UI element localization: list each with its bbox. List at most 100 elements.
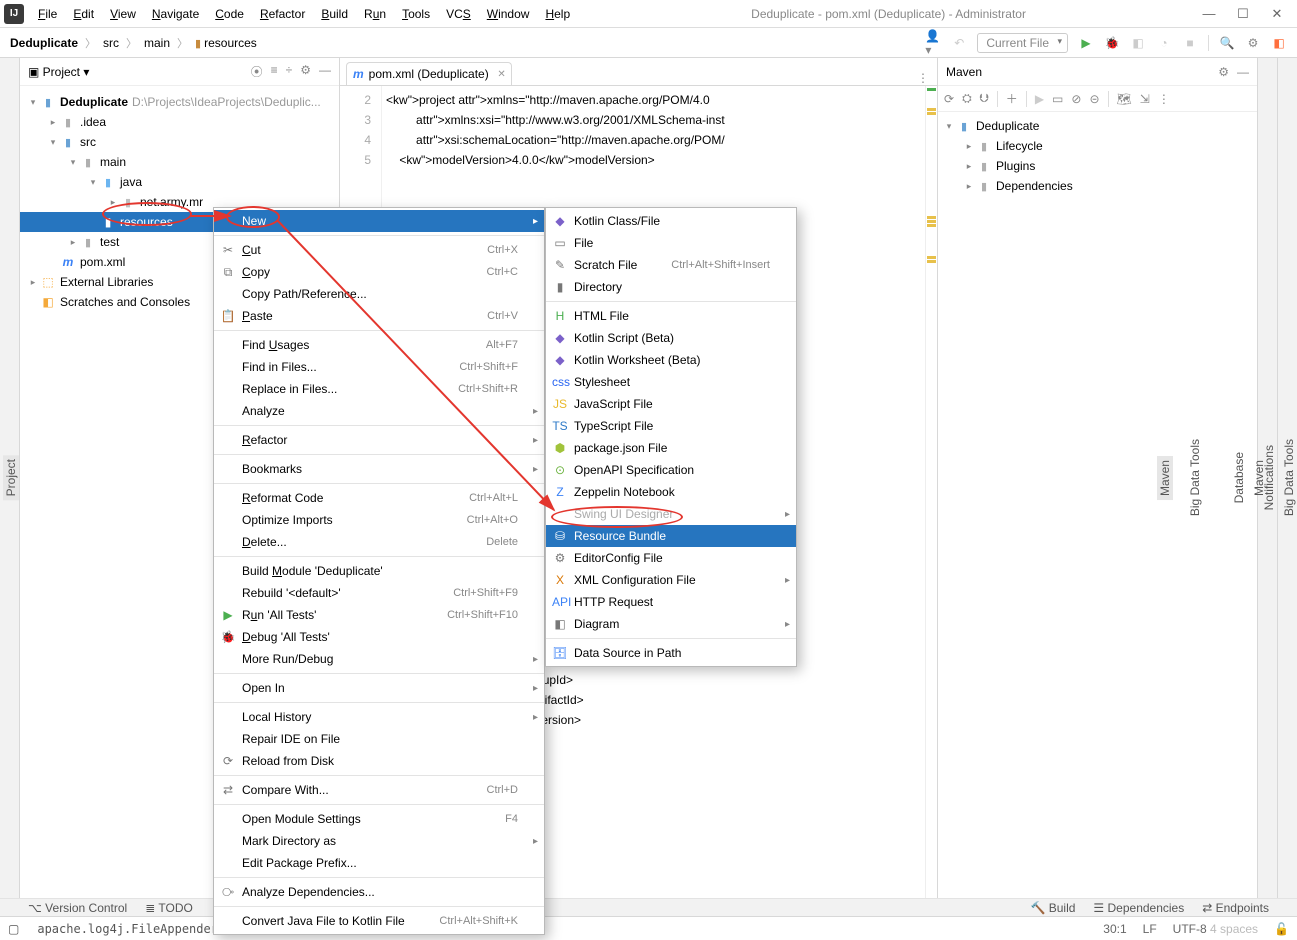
menu-build[interactable]: Build: [315, 4, 354, 24]
tab-build[interactable]: 🔨 Build: [1030, 901, 1075, 915]
new-file[interactable]: ▭File: [546, 232, 796, 254]
ctx-reload[interactable]: ⟳Reload from Disk: [214, 750, 544, 772]
tree-idea[interactable]: ▸.idea: [20, 112, 339, 132]
menu-code[interactable]: Code: [209, 4, 250, 24]
panel-title[interactable]: ▣ Project ▾: [28, 65, 89, 79]
more-icon[interactable]: ⋮: [1158, 92, 1170, 106]
ctx-analyze-deps[interactable]: ⧂Analyze Dependencies...: [214, 881, 544, 903]
context-menu[interactable]: New▸ ✂CutCtrl+X ⧉CopyCtrl+C Copy Path/Re…: [213, 207, 545, 935]
new-scratch[interactable]: ✎Scratch FileCtrl+Alt+Shift+Insert: [546, 254, 796, 276]
tab-dependencies[interactable]: ☰ Dependencies: [1093, 901, 1184, 915]
hide-icon[interactable]: —: [319, 63, 331, 80]
hide-icon[interactable]: —: [1237, 65, 1249, 79]
tab-endpoints[interactable]: ⇄ Endpoints: [1202, 901, 1269, 915]
gear-icon[interactable]: ⚙: [300, 63, 311, 80]
gutter-project[interactable]: Project: [3, 455, 19, 500]
refresh-icon[interactable]: ⟳: [944, 92, 954, 106]
collapse-icon[interactable]: ÷: [286, 63, 293, 80]
ctx-new[interactable]: New▸: [214, 210, 544, 232]
new-editorconfig[interactable]: ⚙EditorConfig File: [546, 547, 796, 569]
menu-file[interactable]: File: [32, 4, 63, 24]
skip-icon[interactable]: ⊝: [1089, 92, 1099, 106]
gutter-maven2[interactable]: Maven: [1251, 456, 1267, 500]
ctx-debug-all-tests[interactable]: 🐞Debug 'All Tests': [214, 626, 544, 648]
ctx-local-history[interactable]: Local History▸: [214, 706, 544, 728]
ctx-bookmarks[interactable]: Bookmarks▸: [214, 458, 544, 480]
ctx-build-module[interactable]: Build Module 'Deduplicate': [214, 560, 544, 582]
menu-run[interactable]: Run: [358, 4, 392, 24]
add-icon[interactable]: ＋: [1006, 90, 1018, 107]
generate-icon[interactable]: ⛭: [962, 91, 972, 106]
new-diagram[interactable]: ◧Diagram▸: [546, 613, 796, 635]
menu-edit[interactable]: Edit: [67, 4, 100, 24]
editor-tab-pom[interactable]: pom.xml (Deduplicate) ✕: [346, 62, 512, 85]
gear-icon[interactable]: ⚙: [1218, 65, 1229, 79]
toggle-icon[interactable]: ⊘: [1071, 92, 1081, 106]
new-data-source[interactable]: 🗄Data Source in Path: [546, 642, 796, 664]
marker-bar[interactable]: [925, 86, 937, 898]
main-menu[interactable]: File Edit View Navigate Code Refactor Bu…: [32, 4, 576, 24]
new-packagejson[interactable]: ⬢package.json File: [546, 437, 796, 459]
menu-navigate[interactable]: Navigate: [146, 4, 205, 24]
ctx-delete[interactable]: Delete...Delete: [214, 531, 544, 553]
ctx-edit-package-prefix[interactable]: Edit Package Prefix...: [214, 852, 544, 874]
tab-todo[interactable]: ≣ TODO: [145, 901, 193, 915]
new-typescript[interactable]: TSTypeScript File: [546, 415, 796, 437]
ctx-refactor[interactable]: Refactor▸: [214, 429, 544, 451]
ctx-mark-directory[interactable]: Mark Directory as▸: [214, 830, 544, 852]
ctx-analyze[interactable]: Analyze▸: [214, 400, 544, 422]
maven-tree[interactable]: ▾Deduplicate ▸Lifecycle ▸Plugins ▸Depend…: [938, 112, 1257, 200]
status-readonly-icon[interactable]: 🔓: [1274, 922, 1289, 936]
ctx-run-all-tests[interactable]: ▶Run 'All Tests'Ctrl+Shift+F10: [214, 604, 544, 626]
new-submenu[interactable]: ◆Kotlin Class/File ▭File ✎Scratch FileCt…: [545, 207, 797, 667]
locate-icon[interactable]: ⦿: [251, 63, 263, 80]
maven-dependencies[interactable]: ▸Dependencies: [938, 176, 1257, 196]
ctx-rebuild[interactable]: Rebuild '<default>'Ctrl+Shift+F9: [214, 582, 544, 604]
profile-icon[interactable]: ◔: [1156, 35, 1172, 51]
coverage-icon[interactable]: ◧: [1130, 35, 1146, 51]
ctx-optimize-imports[interactable]: Optimize ImportsCtrl+Alt+O: [214, 509, 544, 531]
settings-icon[interactable]: ⚙: [1245, 35, 1261, 51]
expand-icon[interactable]: ≡: [271, 63, 278, 80]
search-icon[interactable]: 🔍: [1219, 35, 1235, 51]
run-config-combo[interactable]: Current File: [977, 33, 1068, 53]
maximize-button[interactable]: ☐: [1235, 6, 1251, 22]
ctx-convert-kotlin[interactable]: Convert Java File to Kotlin FileCtrl+Alt…: [214, 910, 544, 932]
status-lf[interactable]: LF: [1143, 922, 1157, 936]
gutter-bigdata2[interactable]: Big Data Tools: [1281, 435, 1297, 520]
ctx-cut[interactable]: ✂CutCtrl+X: [214, 239, 544, 261]
breadcrumb-src[interactable]: src: [103, 36, 119, 50]
breadcrumb-resources[interactable]: resources: [204, 36, 257, 50]
new-kotlin-script[interactable]: ◆Kotlin Script (Beta): [546, 327, 796, 349]
new-stylesheet[interactable]: cssStylesheet: [546, 371, 796, 393]
ctx-replace-in-files[interactable]: Replace in Files...Ctrl+Shift+R: [214, 378, 544, 400]
toolbox-icon[interactable]: ◧: [1271, 35, 1287, 51]
tab-version-control[interactable]: ⌥ Version Control: [28, 901, 127, 915]
new-openapi[interactable]: ⊙OpenAPI Specification: [546, 459, 796, 481]
menu-tools[interactable]: Tools: [396, 4, 436, 24]
breadcrumb-main[interactable]: main: [144, 36, 170, 50]
run-icon[interactable]: ▶: [1078, 35, 1094, 51]
tab-more-icon[interactable]: ⋮: [917, 71, 929, 85]
new-html[interactable]: HHTML File: [546, 305, 796, 327]
new-kotlin-class[interactable]: ◆Kotlin Class/File: [546, 210, 796, 232]
gutter-bigdata[interactable]: Big Data Tools: [1187, 435, 1203, 520]
run-icon[interactable]: ▶: [1035, 92, 1044, 106]
user-icon[interactable]: 👤▾: [925, 35, 941, 51]
breadcrumb[interactable]: Deduplicate〉 src〉 main〉 resources: [10, 35, 257, 51]
close-icon[interactable]: ✕: [497, 69, 505, 80]
minimize-button[interactable]: —: [1201, 6, 1217, 22]
ctx-reformat[interactable]: Reformat CodeCtrl+Alt+L: [214, 487, 544, 509]
download-icon[interactable]: ⮋: [980, 91, 989, 106]
ctx-repair-ide[interactable]: Repair IDE on File: [214, 728, 544, 750]
tree-main[interactable]: ▾main: [20, 152, 339, 172]
tree-java[interactable]: ▾java: [20, 172, 339, 192]
ctx-copy-path[interactable]: Copy Path/Reference...: [214, 283, 544, 305]
status-caret[interactable]: 30:1: [1103, 922, 1126, 936]
tree-src[interactable]: ▾src: [20, 132, 339, 152]
menu-vcs[interactable]: VCS: [440, 4, 477, 24]
tree-root[interactable]: ▾DeduplicateD:\Projects\IdeaProjects\Ded…: [20, 92, 339, 112]
new-directory[interactable]: ▮Directory: [546, 276, 796, 298]
menu-view[interactable]: View: [104, 4, 142, 24]
ctx-compare[interactable]: ⇄Compare With...Ctrl+D: [214, 779, 544, 801]
